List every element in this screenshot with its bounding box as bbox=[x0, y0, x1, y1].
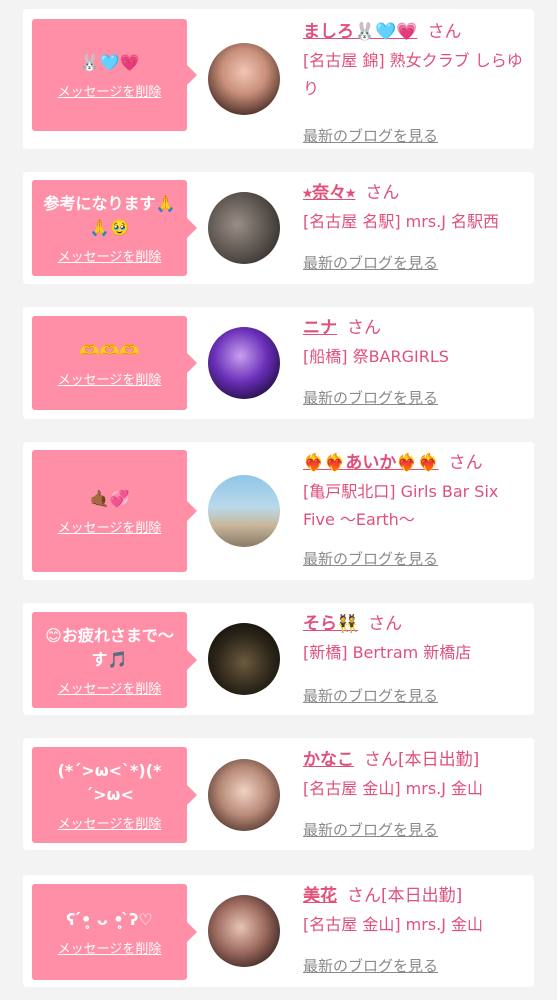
shop-text: [名古屋 名駅] mrs.J 名駅西 bbox=[303, 212, 500, 231]
name-line: ましろ🐰🩵💗 さん bbox=[303, 19, 525, 45]
shop-text: [亀戸駅北口] Girls Bar Six Five 〜Earth〜 bbox=[303, 482, 499, 529]
message-text: 🐰🩵💗 bbox=[79, 52, 140, 72]
avatar[interactable] bbox=[208, 327, 280, 399]
shop-text: [名古屋 錦] 熟女クラブ しらゆり bbox=[303, 51, 523, 98]
name-line: ⭑奈々⭑ さん bbox=[303, 180, 525, 206]
cast-name-link[interactable]: ⭑奈々⭑ bbox=[303, 183, 355, 203]
cast-name-link[interactable]: そら👯 bbox=[303, 614, 358, 634]
latest-blog-link[interactable]: 最新のブログを見る bbox=[303, 548, 438, 569]
cast-name-link[interactable]: ❤️‍🔥❤️‍🔥あいか❤️‍🔥❤️‍🔥 bbox=[303, 453, 439, 473]
message-bubble: (*´>ω<`*)(*´>ω< メッセージを削除 bbox=[32, 747, 197, 843]
honorific: さん bbox=[448, 453, 483, 473]
delete-message-link[interactable]: メッセージを削除 bbox=[58, 938, 162, 957]
cast-info: ニナ さん [船橋] 祭BARGIRLS 最新のブログを見る bbox=[303, 315, 525, 407]
cast-info: ましろ🐰🩵💗 さん [名古屋 錦] 熟女クラブ しらゆり 最新のブログを見る bbox=[303, 19, 525, 145]
cast-info: ⭑奈々⭑ さん [名古屋 名駅] mrs.J 名駅西 最新のブログを見る bbox=[303, 180, 525, 272]
name-line: ❤️‍🔥❤️‍🔥あいか❤️‍🔥❤️‍🔥 さん bbox=[303, 450, 525, 476]
latest-blog-link[interactable]: 最新のブログを見る bbox=[303, 125, 438, 146]
name-line: かなこ さん[本日出勤] bbox=[303, 747, 525, 773]
latest-blog-link[interactable]: 最新のブログを見る bbox=[303, 685, 438, 706]
latest-blog-link[interactable]: 最新のブログを見る bbox=[303, 387, 438, 408]
name-line: そら👯 さん bbox=[303, 611, 525, 637]
latest-blog-link[interactable]: 最新のブログを見る bbox=[303, 819, 438, 840]
honorific: さん bbox=[347, 318, 381, 338]
message-text: 😊お疲れさまで〜す🎵 bbox=[45, 625, 174, 669]
message-bubble: 😊お疲れさまで〜す🎵 メッセージを削除 bbox=[32, 612, 197, 708]
message-bubble: 🫶🫶🫶 メッセージを削除 bbox=[32, 316, 197, 410]
honorific: さん[本日出勤] bbox=[364, 750, 480, 770]
cast-info: 美花 さん[本日出勤] [名古屋 金山] mrs.J 金山 最新のブログを見る bbox=[303, 883, 525, 975]
shop-text: [船橋] 祭BARGIRLS bbox=[303, 347, 449, 366]
cast-info: そら👯 さん [新橋] Bertram 新橋店 最新のブログを見る bbox=[303, 611, 525, 705]
message-bubble: 🐰🩵💗 メッセージを削除 bbox=[32, 19, 197, 131]
cast-info: ❤️‍🔥❤️‍🔥あいか❤️‍🔥❤️‍🔥 さん [亀戸駅北口] Girls Bar … bbox=[303, 450, 525, 568]
cast-name-link[interactable]: ましろ🐰🩵💗 bbox=[303, 22, 418, 42]
honorific: さん bbox=[427, 22, 462, 42]
message-text: 参考になります🙏🙏🥹 bbox=[43, 193, 176, 237]
message-bubble: 🤙🏾💞 メッセージを削除 bbox=[32, 450, 197, 572]
message-text: 🤙🏾💞 bbox=[89, 488, 130, 508]
latest-blog-link[interactable]: 最新のブログを見る bbox=[303, 252, 438, 273]
delete-message-link[interactable]: メッセージを削除 bbox=[58, 369, 162, 388]
avatar[interactable] bbox=[208, 475, 280, 547]
shop-text: [新橋] Bertram 新橋店 bbox=[303, 643, 472, 662]
avatar[interactable] bbox=[208, 43, 280, 115]
avatar[interactable] bbox=[208, 895, 280, 967]
avatar[interactable] bbox=[208, 759, 280, 831]
cast-name-link[interactable]: かなこ bbox=[303, 750, 354, 770]
delete-message-link[interactable]: メッセージを削除 bbox=[58, 81, 162, 100]
shop-text: [名古屋 金山] mrs.J 金山 bbox=[303, 779, 484, 798]
cast-name-link[interactable]: 美花 bbox=[303, 886, 337, 906]
message-card: ʕ ́•̥ ᴗ •̥ ̀ʔ♡ メッセージを削除 美花 さん[本日出勤] [名古屋 … bbox=[23, 875, 534, 987]
honorific: さん[本日出勤] bbox=[347, 886, 463, 906]
message-card: 🫶🫶🫶 メッセージを削除 ニナ さん [船橋] 祭BARGIRLS 最新のブログを… bbox=[23, 307, 534, 419]
message-bubble: 参考になります🙏🙏🥹 メッセージを削除 bbox=[32, 180, 197, 276]
cast-name-link[interactable]: ニナ bbox=[303, 318, 337, 338]
message-card: 🤙🏾💞 メッセージを削除 ❤️‍🔥❤️‍🔥あいか❤️‍🔥❤️‍🔥 さん [亀戸駅北… bbox=[23, 442, 534, 580]
delete-message-link[interactable]: メッセージを削除 bbox=[58, 517, 162, 536]
avatar[interactable] bbox=[208, 192, 280, 264]
name-line: 美花 さん[本日出勤] bbox=[303, 883, 525, 909]
delete-message-link[interactable]: メッセージを削除 bbox=[58, 246, 162, 265]
message-card: 🐰🩵💗 メッセージを削除 ましろ🐰🩵💗 さん [名古屋 錦] 熟女クラブ しらゆり… bbox=[23, 9, 534, 149]
message-card: (*´>ω<`*)(*´>ω< メッセージを削除 かなこ さん[本日出勤] [名古… bbox=[23, 738, 534, 850]
avatar[interactable] bbox=[208, 623, 280, 695]
shop-text: [名古屋 金山] mrs.J 金山 bbox=[303, 915, 484, 934]
honorific: さん bbox=[368, 614, 403, 634]
message-text: ʕ ́•̥ ᴗ •̥ ̀ʔ♡ bbox=[66, 909, 153, 929]
message-list: 🐰🩵💗 メッセージを削除 ましろ🐰🩵💗 さん [名古屋 錦] 熟女クラブ しらゆり… bbox=[0, 0, 557, 1000]
message-card: 参考になります🙏🙏🥹 メッセージを削除 ⭑奈々⭑ さん [名古屋 名駅] mrs.… bbox=[23, 172, 534, 284]
message-card: 😊お疲れさまで〜す🎵 メッセージを削除 そら👯 さん [新橋] Bertram 新… bbox=[23, 603, 534, 715]
cast-info: かなこ さん[本日出勤] [名古屋 金山] mrs.J 金山 最新のブログを見る bbox=[303, 747, 525, 839]
name-line: ニナ さん bbox=[303, 315, 525, 341]
message-text: (*´>ω<`*)(*´>ω< bbox=[57, 760, 162, 804]
latest-blog-link[interactable]: 最新のブログを見る bbox=[303, 955, 438, 976]
message-text: 🫶🫶🫶 bbox=[79, 340, 140, 360]
delete-message-link[interactable]: メッセージを削除 bbox=[58, 678, 162, 697]
honorific: さん bbox=[365, 183, 400, 203]
message-bubble: ʕ ́•̥ ᴗ •̥ ̀ʔ♡ メッセージを削除 bbox=[32, 884, 197, 980]
delete-message-link[interactable]: メッセージを削除 bbox=[58, 813, 162, 832]
